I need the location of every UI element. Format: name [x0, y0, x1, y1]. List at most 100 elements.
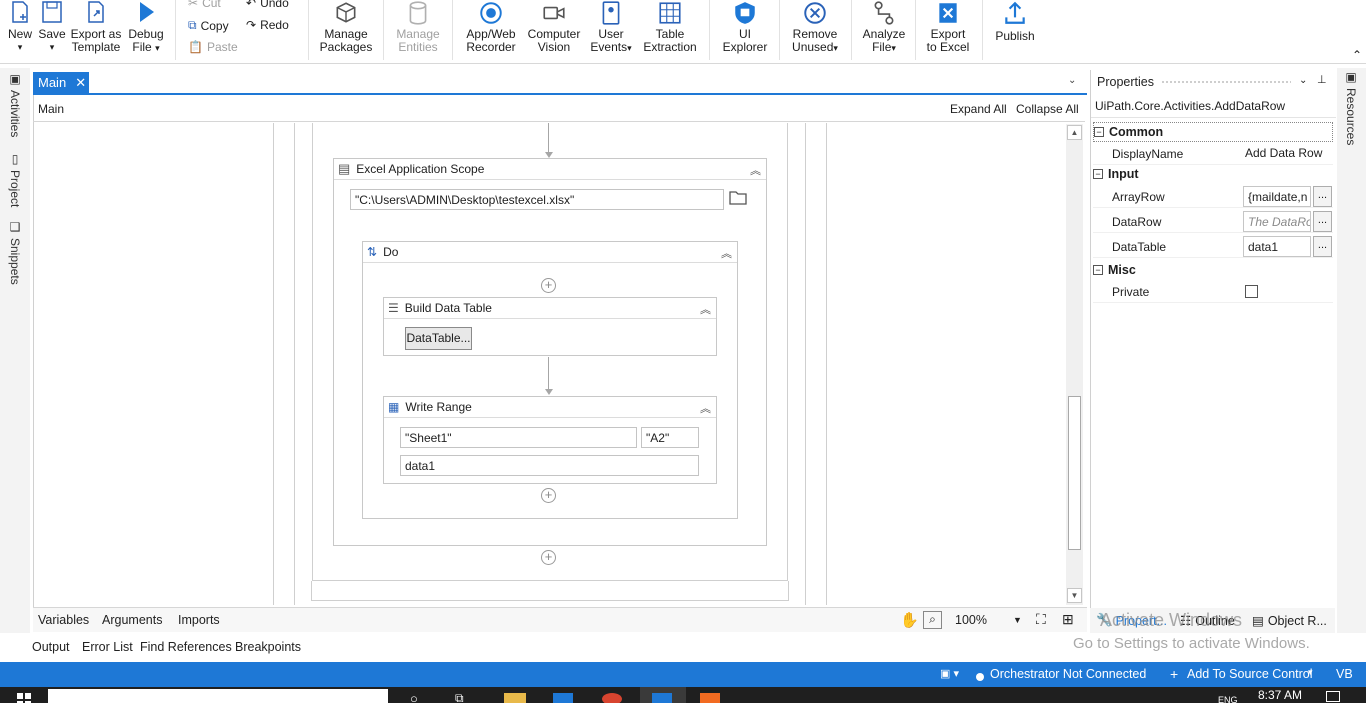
resources-panel-tab[interactable]: ▣ Resources — [1344, 70, 1358, 145]
collapse-icon[interactable]: ︽ — [700, 400, 711, 416]
ribbon-collapse-icon[interactable]: ⌃ — [1352, 48, 1362, 62]
arguments-tab[interactable]: Arguments — [102, 613, 162, 627]
cortana-icon[interactable]: ○ — [410, 691, 418, 703]
arrayrow-ellipsis-button[interactable]: ... — [1313, 186, 1332, 207]
tab-dropdown-icon[interactable]: ⌄ — [1068, 75, 1076, 86]
imports-tab[interactable]: Imports — [178, 613, 220, 627]
output-tab[interactable]: Output — [32, 640, 70, 654]
table-extraction-button[interactable]: Table Extraction — [640, 0, 700, 54]
export-template-button[interactable]: Export as Template — [70, 0, 122, 54]
datatable-field[interactable]: data1 — [400, 455, 699, 476]
property-datatable[interactable]: DataTable data1 ... — [1093, 235, 1333, 258]
chevron-down-icon: ▾ — [627, 43, 632, 53]
task-view-icon[interactable]: ⧉ — [455, 691, 464, 703]
sheet-name-field[interactable]: "Sheet1" — [400, 427, 637, 448]
project-panel-tab[interactable]: ▯ Project — [8, 152, 22, 207]
arrayrow-input[interactable]: {maildate,n — [1243, 186, 1311, 207]
paste-button[interactable]: 📋 Paste — [188, 40, 238, 54]
cut-button[interactable]: ✂ Cut — [188, 0, 221, 10]
zoom-level[interactable]: 100% — [955, 613, 987, 627]
app-web-recorder-button[interactable]: App/Web Recorder — [462, 0, 520, 54]
displayname-value[interactable]: Add Data Row — [1245, 146, 1322, 160]
collapse-category-icon[interactable]: − — [1094, 127, 1104, 137]
add-activity-icon[interactable]: + — [541, 278, 556, 293]
collapse-category-icon[interactable]: − — [1093, 169, 1103, 179]
designer-scrollbar[interactable]: ▲ ▼ — [1066, 124, 1083, 605]
new-button[interactable]: New ▾ — [4, 0, 36, 54]
category-input[interactable]: − Input — [1093, 164, 1333, 184]
uipath-app-icon[interactable] — [553, 693, 573, 703]
property-private[interactable]: Private — [1093, 280, 1333, 303]
category-misc[interactable]: − Misc — [1093, 260, 1333, 280]
redo-button[interactable]: ↷ Redo — [246, 18, 289, 32]
collapse-icon[interactable]: ︽ — [721, 245, 732, 261]
collapse-icon[interactable]: ︽ — [700, 301, 711, 317]
pan-hand-icon[interactable]: ✋ — [900, 611, 919, 629]
breadcrumb-main[interactable]: Main — [38, 102, 64, 116]
uipath-studio-icon[interactable] — [652, 693, 672, 703]
uipath-robot-icon[interactable] — [700, 693, 720, 703]
ui-explorer-button[interactable]: UI Explorer — [718, 0, 772, 54]
chevron-down-icon[interactable]: ▾ — [1308, 667, 1313, 678]
manage-packages-button[interactable]: Manage Packages — [318, 0, 374, 54]
debug-file-button[interactable]: Debug File ▾ — [126, 0, 166, 55]
analyze-file-button[interactable]: Analyze File▾ — [858, 0, 910, 55]
add-activity-icon[interactable]: + — [541, 488, 556, 503]
chevron-down-icon[interactable]: ⌄ — [1299, 75, 1307, 86]
datatable-button[interactable]: DataTable... — [405, 327, 472, 350]
computer-vision-button[interactable]: Computer Vision — [525, 0, 583, 54]
datarow-input[interactable]: The DataRo — [1243, 211, 1311, 232]
notification-icon[interactable] — [1326, 691, 1340, 702]
property-arrayrow[interactable]: ArrayRow {maildate,n ... — [1093, 185, 1333, 208]
variables-tab[interactable]: Variables — [38, 613, 89, 627]
source-control-button[interactable]: Add To Source Control — [1187, 667, 1313, 681]
overview-icon[interactable]: ⊞ — [1062, 611, 1074, 628]
scroll-down-icon[interactable]: ▼ — [1067, 588, 1082, 603]
export-to-excel-button[interactable]: Export to Excel — [921, 0, 975, 54]
tab-object-repository[interactable]: ▤ Object R... — [1252, 613, 1327, 629]
orchestrator-status[interactable]: Orchestrator Not Connected — [990, 667, 1146, 681]
datatable-ellipsis-button[interactable]: ... — [1313, 236, 1332, 257]
find-references-tab[interactable]: Find References — [140, 640, 232, 654]
zoom-dropdown-icon[interactable]: ▼ — [1013, 615, 1022, 625]
error-list-tab[interactable]: Error List — [82, 640, 133, 654]
windows-start-icon[interactable] — [17, 693, 31, 703]
fit-to-screen-icon[interactable]: ⛶ — [1036, 611, 1046, 628]
debug-mode-icon[interactable]: ▣ ▾ — [940, 667, 959, 680]
property-displayname[interactable]: DisplayName Add Data Row — [1093, 142, 1333, 165]
user-events-button[interactable]: User Events▾ — [588, 0, 634, 55]
copy-button[interactable]: ⧉ Copy — [188, 18, 229, 33]
keyboard-language[interactable]: ENG — [1218, 695, 1238, 703]
add-activity-icon[interactable]: + — [541, 550, 556, 565]
start-cell-field[interactable]: "A2" — [641, 427, 699, 448]
pin-icon[interactable]: ⊥ — [1317, 73, 1327, 86]
publish-button[interactable]: Publish — [990, 0, 1040, 43]
datarow-ellipsis-button[interactable]: ... — [1313, 211, 1332, 232]
remove-unused-button[interactable]: Remove Unused▾ — [787, 0, 843, 55]
private-checkbox[interactable] — [1245, 285, 1258, 298]
zoom-icon[interactable]: ⌕ — [923, 611, 942, 629]
expand-all-link[interactable]: Expand All — [950, 102, 1007, 116]
activities-panel-tab[interactable]: ▣ Activities — [8, 72, 22, 137]
collapse-icon[interactable]: ︽ — [750, 162, 761, 178]
save-button[interactable]: Save ▾ — [37, 0, 67, 54]
property-datarow[interactable]: DataRow The DataRo ... — [1093, 210, 1333, 233]
file-explorer-icon[interactable] — [504, 693, 526, 703]
snippets-panel-tab[interactable]: ❑ Snippets — [8, 220, 22, 285]
breakpoints-tab[interactable]: Breakpoints — [235, 640, 301, 654]
collapse-category-icon[interactable]: − — [1093, 265, 1103, 275]
collapse-all-link[interactable]: Collapse All — [1016, 102, 1079, 116]
clock-time[interactable]: 8:37 AM — [1258, 688, 1302, 702]
undo-button[interactable]: ↶ Undo — [246, 0, 289, 10]
category-common[interactable]: − Common — [1093, 122, 1333, 142]
close-icon[interactable]: ✕ — [75, 75, 86, 91]
scroll-up-icon[interactable]: ▲ — [1067, 125, 1082, 140]
taskbar-search-box[interactable] — [48, 689, 388, 703]
chrome-icon[interactable] — [602, 693, 622, 703]
manage-entities-button[interactable]: Manage Entities — [392, 0, 444, 54]
workbook-path-field[interactable]: "C:\Users\ADMIN\Desktop\testexcel.xlsx" — [350, 189, 724, 210]
scroll-thumb[interactable] — [1068, 396, 1081, 550]
datatable-input[interactable]: data1 — [1243, 236, 1311, 257]
browse-folder-button[interactable] — [727, 189, 749, 210]
tab-main[interactable]: Main ✕ — [33, 72, 89, 93]
